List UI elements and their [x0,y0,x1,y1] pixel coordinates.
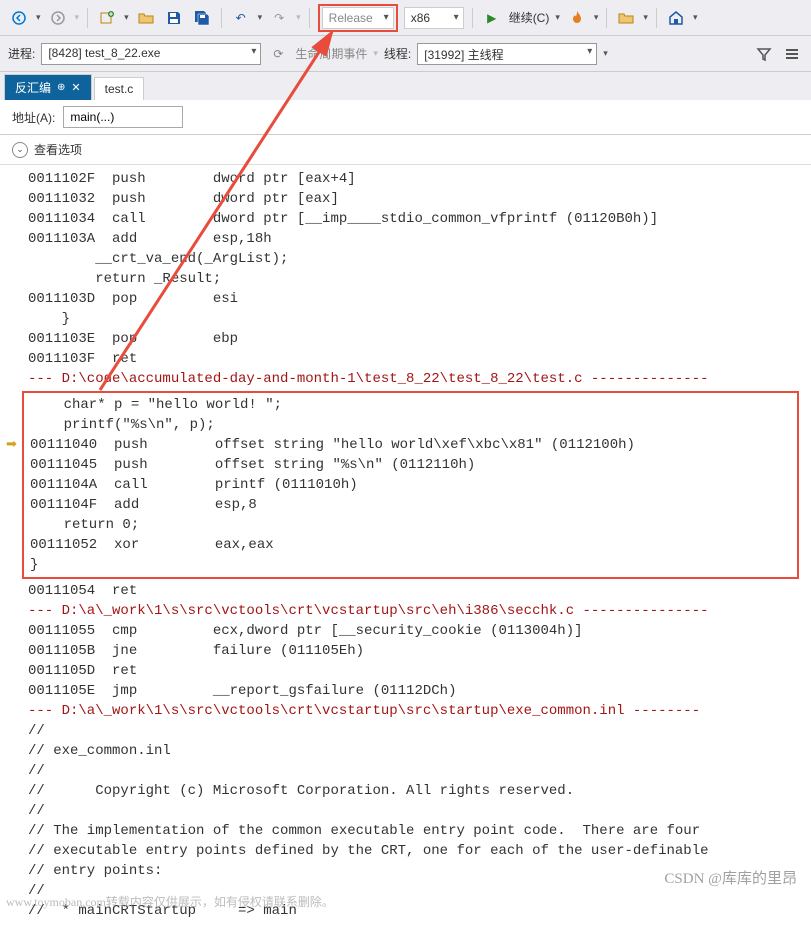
main-toolbar: ▾ ▾ ▾ ↶ ▾ ↷ ▾ Release x86 ▶ 继续(C) ▾ ▾ ▾ … [0,0,811,36]
thread-select[interactable]: [31992] 主线程▾ [417,43,597,65]
code-line: // [28,721,811,741]
stack-icon[interactable] [781,43,803,65]
dropdown-arrow-icon[interactable]: ▾ [258,12,263,23]
dropdown-arrow-icon[interactable]: ▾ [603,48,608,59]
continue-button[interactable]: ▶ [481,7,503,29]
tab-source-file[interactable]: test.c [94,77,145,100]
dropdown-arrow-icon: ▾ [75,12,80,23]
dropdown-arrow-icon[interactable]: ▾ [693,12,698,23]
watermark-csdn: CSDN @库库的里昂 [664,867,797,888]
code-line: // executable entry points defined by th… [28,841,811,861]
code-line: 0011103A add esp,18h [28,229,811,249]
code-line: // [28,761,811,781]
code-line: } [28,309,811,329]
continue-label[interactable]: 继续(C) [509,9,550,26]
view-options-bar[interactable]: ⌄ 查看选项 [0,135,811,165]
code-line: // [28,801,811,821]
address-input[interactable] [63,106,183,128]
code-line: 0011105E jmp __report_gsfailure (01112DC… [28,681,811,701]
hot-reload-icon[interactable] [566,7,588,29]
tab-disassembly[interactable]: 反汇编 ⊕ ✕ [4,74,92,100]
new-item-icon[interactable] [96,7,118,29]
code-line: 00111034 call dword ptr [__imp____stdio_… [28,209,811,229]
address-bar: 地址(A): [0,100,811,135]
filter-icon[interactable] [753,43,775,65]
config-highlight-box: Release [318,4,398,32]
code-line: __crt_va_end(_ArgList); [28,249,811,269]
address-label: 地址(A): [12,109,55,126]
code-line: // The implementation of the common exec… [28,821,811,841]
dropdown-arrow-icon[interactable]: ▾ [555,12,560,23]
code-line: 0011105B jne failure (011105Eh) [28,641,811,661]
code-line: 00111045 push offset string "%s\n" (0112… [30,455,793,475]
code-line: 0011103F ret [28,349,811,369]
undo-icon[interactable]: ↶ [230,7,252,29]
code-line: 0011104F add esp,8 [30,495,793,515]
watermark-source: www.toymoban.com转载内容仅供展示，如有侵权请联系删除。 [6,893,334,910]
code-line: 00111055 cmp ecx,dword ptr [__security_c… [28,621,811,641]
code-line: 00111052 xor eax,eax [30,535,793,555]
save-all-icon[interactable] [191,7,213,29]
platform-select[interactable]: x86 [404,7,464,29]
highlighted-code-block: char* p = "hello world! "; printf("%s\n"… [22,391,799,579]
process-select[interactable]: [8428] test_8_22.exe▾ [41,43,261,65]
code-line: char* p = "hello world! "; [30,395,793,415]
code-line: // exe_common.inl [28,741,811,761]
code-line: } [30,555,793,575]
redo-icon[interactable]: ↷ [268,7,290,29]
code-line: return 0; [30,515,793,535]
save-icon[interactable] [163,7,185,29]
thread-label: 线程: [384,45,411,62]
folder-icon[interactable] [615,7,637,29]
disassembly-view[interactable]: 0011102F push dword ptr [eax+4] 00111032… [0,165,811,925]
code-line: 0011105D ret [28,661,811,681]
code-line: 0011103D pop esi [28,289,811,309]
code-line: return _Result; [28,269,811,289]
nav-fwd-icon[interactable] [47,7,69,29]
dropdown-arrow-icon[interactable]: ▾ [124,12,129,23]
current-instruction-icon: ➡ [6,435,17,455]
view-options-label: 查看选项 [34,141,82,158]
dropdown-arrow-icon: ▾ [296,12,301,23]
code-line: 00111032 push dword ptr [eax] [28,189,811,209]
source-file-separator: --- D:\code\accumulated-day-and-month-1\… [28,369,811,389]
source-file-separator: --- D:\a\_work\1\s\src\vctools\crt\vcsta… [28,701,811,721]
dropdown-arrow-icon[interactable]: ▾ [643,12,648,23]
code-line: // Copyright (c) Microsoft Corporation. … [28,781,811,801]
code-line: ➡00111040 push offset string "hello worl… [30,435,793,455]
close-icon[interactable]: ✕ [71,81,80,94]
code-line: 0011103E pop ebp [28,329,811,349]
document-tabs: 反汇编 ⊕ ✕ test.c [0,72,811,100]
open-folder-icon[interactable] [135,7,157,29]
source-file-separator: --- D:\a\_work\1\s\src\vctools\crt\vcsta… [28,601,811,621]
code-line: 00111054 ret [28,581,811,601]
dropdown-arrow-icon[interactable]: ▾ [36,12,41,23]
process-label: 进程: [8,45,35,62]
dropdown-arrow-icon[interactable]: ▾ [594,12,599,23]
chevron-down-icon[interactable]: ⌄ [12,142,28,158]
pin-icon[interactable]: ⊕ [57,82,65,93]
lifecycle-icon[interactable]: ⟳ [267,43,289,65]
code-line: printf("%s\n", p); [30,415,793,435]
config-select[interactable]: Release [322,7,394,29]
code-line: 0011104A call printf (0111010h) [30,475,793,495]
nav-back-icon[interactable] [8,7,30,29]
dropdown-arrow-icon: ▾ [373,48,378,59]
lifecycle-label: 生命周期事件 [295,45,367,62]
debug-toolbar: 进程: [8428] test_8_22.exe▾ ⟳ 生命周期事件 ▾ 线程:… [0,36,811,72]
home-icon[interactable] [665,7,687,29]
code-line: 0011102F push dword ptr [eax+4] [28,169,811,189]
